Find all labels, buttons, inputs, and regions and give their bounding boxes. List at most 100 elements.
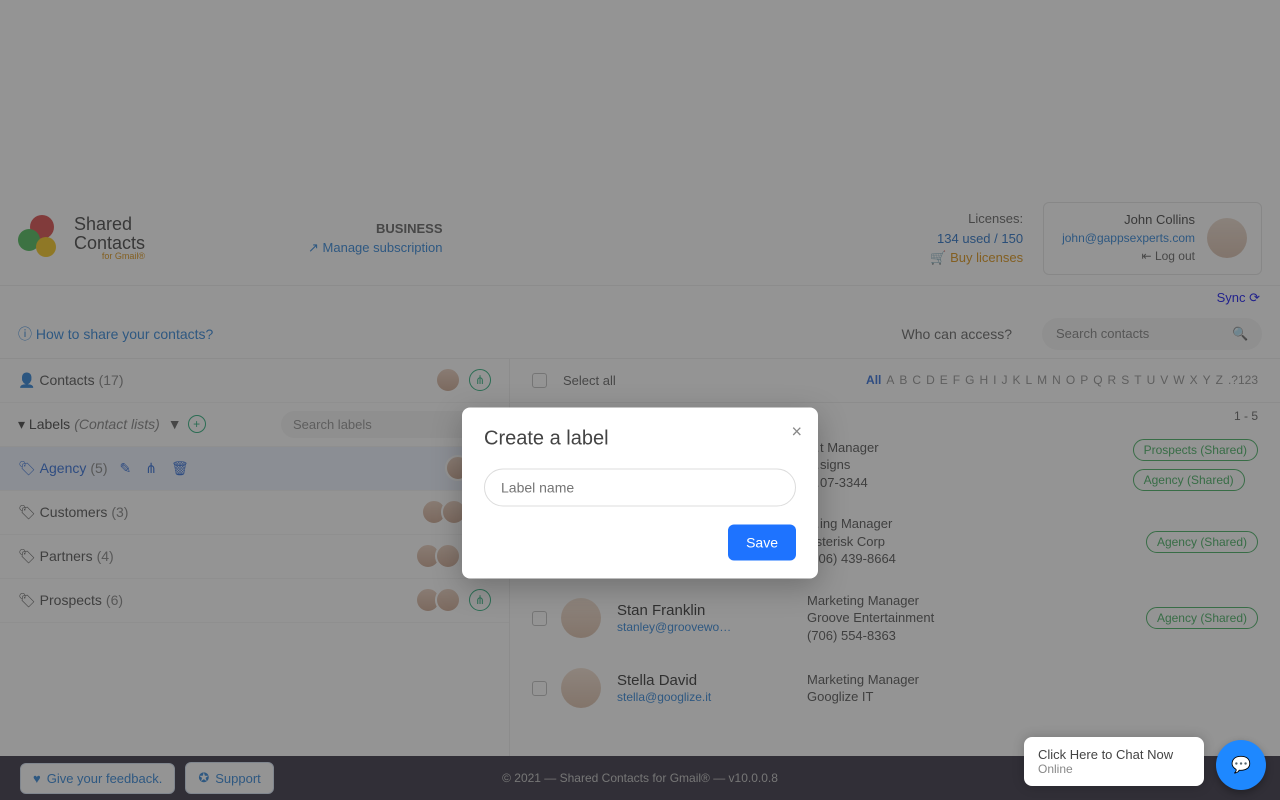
chat-icon: 💬	[1231, 755, 1251, 775]
az-filter-U[interactable]: U	[1147, 373, 1156, 387]
az-filter-H[interactable]: H	[979, 373, 988, 387]
sidebar-labels-header[interactable]: ▾ Labels (Contact lists) ▼ + Search labe…	[0, 403, 509, 447]
az-filter-K[interactable]: K	[1012, 373, 1020, 387]
brand-line1: Shared	[74, 214, 132, 234]
az-filter-R[interactable]: R	[1108, 373, 1117, 387]
search-labels-input[interactable]: Search labels	[281, 411, 491, 438]
sync-button[interactable]: Sync ⟳	[1217, 290, 1260, 305]
chat-popup[interactable]: Click Here to Chat Now Online	[1024, 737, 1204, 786]
filter-icon[interactable]: ▼	[168, 416, 182, 432]
az-filter-X[interactable]: X	[1190, 373, 1198, 387]
az-filter-D[interactable]: D	[926, 373, 935, 387]
add-label-button[interactable]: +	[188, 415, 206, 433]
sidebar-contacts[interactable]: 👤 Contacts (17) ⋔	[0, 359, 509, 403]
tag[interactable]: Prospects (Shared)	[1133, 439, 1258, 461]
contact-email[interactable]: stanley@groovewo…	[617, 620, 731, 634]
az-filter-Z[interactable]: Z	[1216, 373, 1223, 387]
licenses-used-link[interactable]: 134 used / 150	[937, 231, 1023, 246]
chat-fab[interactable]: 💬	[1216, 740, 1266, 790]
contact-name: Stan Franklin	[617, 602, 807, 619]
brand-line2: Contacts	[74, 233, 145, 253]
lifesaver-icon: ✪	[198, 770, 209, 786]
person-icon: 👤	[18, 372, 35, 389]
az-filter-C[interactable]: C	[912, 373, 921, 387]
help-icon: ⓘ	[18, 326, 32, 342]
user-email[interactable]: john@gappsexperts.com	[1062, 231, 1195, 245]
az-filter-O[interactable]: O	[1066, 373, 1075, 387]
licenses-label: Licenses:	[930, 209, 1023, 229]
close-icon[interactable]: ×	[791, 422, 802, 443]
label-icon: 🏷	[18, 504, 36, 521]
select-all-checkbox[interactable]	[532, 373, 547, 388]
az-filter-V[interactable]: V	[1160, 373, 1168, 387]
az-filter-M[interactable]: M	[1037, 373, 1047, 387]
edit-icon[interactable]: ✎	[120, 460, 132, 477]
user-card: John Collins john@gappsexperts.com ⇤ Log…	[1043, 202, 1262, 275]
az-filter-B[interactable]: B	[899, 373, 907, 387]
avatar[interactable]	[1207, 218, 1247, 258]
az-filter-J[interactable]: J	[1001, 373, 1007, 387]
contact-job: Marketing ManagerGroove Entertainment(70…	[807, 592, 1146, 645]
create-label-modal: Create a label × Save	[462, 408, 818, 579]
share-icon[interactable]: ⋔	[145, 460, 157, 477]
az-filter-T[interactable]: T	[1134, 373, 1141, 387]
label-name-input[interactable]	[484, 469, 796, 507]
range-label: 1 - 5	[1234, 409, 1258, 423]
tag[interactable]: Agency (Shared)	[1146, 607, 1258, 629]
az-filter-F[interactable]: F	[953, 373, 960, 387]
support-button[interactable]: ✪ Support	[185, 762, 273, 794]
az-filter-G[interactable]: G	[965, 373, 974, 387]
sidebar-item-customers[interactable]: 🏷 Customers (3)+ 1	[0, 491, 509, 535]
share-icon[interactable]: ⋔	[469, 589, 491, 611]
buy-licenses-link[interactable]: 🛒 Buy licenses	[930, 250, 1023, 265]
cart-icon: 🛒	[930, 250, 946, 265]
modal-title: Create a label	[484, 428, 796, 451]
az-filter-W[interactable]: W	[1173, 373, 1184, 387]
brand-line3: for Gmail®	[102, 251, 145, 261]
sidebar-item-prospects[interactable]: 🏷 Prospects (6)⋔	[0, 579, 509, 623]
share-icon[interactable]: ⋔	[469, 369, 491, 391]
az-filter-Y[interactable]: Y	[1203, 373, 1211, 387]
contact-email[interactable]: stella@googlize.it	[617, 690, 711, 704]
contact-row[interactable]: Stan Franklinstanley@groovewo… Marketing …	[510, 580, 1280, 657]
logout-link[interactable]: ⇤ Log out	[1142, 249, 1195, 263]
az-filter-A[interactable]: A	[886, 373, 894, 387]
az-filter-All[interactable]: All	[866, 373, 881, 387]
az-filter-I[interactable]: I	[993, 373, 996, 387]
select-all-label: Select all	[563, 373, 616, 388]
search-contacts-input[interactable]	[1056, 326, 1232, 341]
az-filter-L[interactable]: L	[1025, 373, 1032, 387]
az-filter-P[interactable]: P	[1080, 373, 1088, 387]
sub-header-bar: ⓘ How to share your contacts? Who can ac…	[0, 310, 1280, 359]
az-filter-S[interactable]: S	[1121, 373, 1129, 387]
chat-line2: Online	[1038, 762, 1190, 776]
sidebar-item-partners[interactable]: 🏷 Partners (4)⋔	[0, 535, 509, 579]
hero-banner: Create and share contact lists	[0, 0, 1280, 190]
az-filter-E[interactable]: E	[940, 373, 948, 387]
contact-row[interactable]: Stella Davidstella@googlize.itMarketing …	[510, 656, 1280, 720]
save-button[interactable]: Save	[728, 525, 796, 561]
app-header: Shared Contacts for Gmail® BUSINESS ↗ Ma…	[0, 190, 1280, 286]
sidebar-item-agency[interactable]: 🏷 Agency (5)✎⋔🗑	[0, 447, 509, 491]
tag[interactable]: Agency (Shared)	[1133, 469, 1245, 491]
avatar	[561, 598, 601, 638]
chat-line1: Click Here to Chat Now	[1038, 747, 1190, 762]
tag[interactable]: Agency (Shared)	[1146, 531, 1258, 553]
az-filter-Q[interactable]: Q	[1093, 373, 1102, 387]
contact-name: Stella David	[617, 672, 807, 689]
license-block: Licenses: 134 used / 150 🛒 Buy licenses	[930, 209, 1043, 268]
az-filter-N[interactable]: N	[1052, 373, 1061, 387]
feedback-button[interactable]: ♥ Give your feedback.	[20, 763, 175, 794]
hero-title: Create and share contact lists	[331, 68, 949, 122]
brand-logo: Shared Contacts for Gmail®	[18, 215, 298, 262]
howto-link[interactable]: ⓘ How to share your contacts?	[18, 324, 213, 344]
row-checkbox[interactable]	[532, 681, 547, 696]
trash-icon[interactable]: 🗑	[171, 460, 189, 477]
logout-icon: ⇤	[1142, 249, 1152, 263]
az-filter-.?123[interactable]: .?123	[1228, 373, 1258, 387]
row-checkbox[interactable]	[532, 611, 547, 626]
manage-subscription-link[interactable]: ↗ Manage subscription	[308, 240, 443, 256]
search-contacts-wrap[interactable]: 🔍	[1042, 318, 1262, 350]
who-can-access-label: Who can access?	[902, 326, 1013, 342]
user-name: John Collins	[1062, 211, 1195, 229]
